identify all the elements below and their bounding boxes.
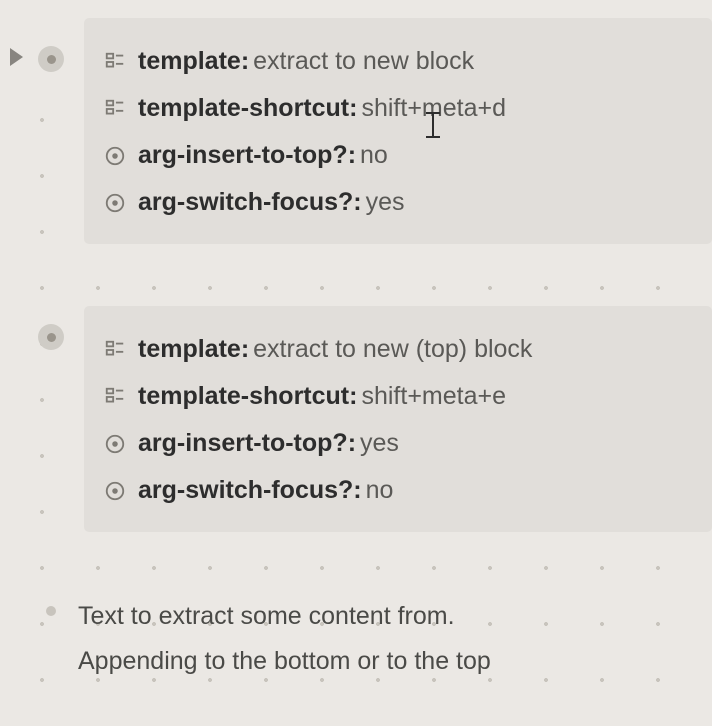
property-value[interactable]: extract to new block bbox=[253, 47, 474, 75]
text-block[interactable]: Text to extract some content from. Appen… bbox=[78, 594, 712, 684]
property-key: arg-switch-focus? bbox=[138, 188, 353, 216]
property-key: template-shortcut bbox=[138, 94, 349, 122]
property-value[interactable]: yes bbox=[366, 188, 405, 216]
text-line[interactable]: Text to extract some content from. bbox=[78, 594, 712, 639]
property-value[interactable]: no bbox=[366, 476, 394, 504]
block-bullet[interactable] bbox=[38, 46, 64, 72]
property-value[interactable]: no bbox=[360, 141, 388, 169]
property-key: template bbox=[138, 47, 241, 75]
template-icon bbox=[102, 49, 128, 75]
property-row[interactable]: template:extract to new (top) block bbox=[102, 326, 694, 373]
property-row[interactable]: template-shortcut:shift+meta+d bbox=[102, 85, 694, 132]
property-value[interactable]: yes bbox=[360, 429, 399, 457]
property-block[interactable]: template:extract to new block template-s… bbox=[84, 18, 712, 244]
property-row[interactable]: template-shortcut:shift+meta+e bbox=[102, 373, 694, 420]
property-key: template bbox=[138, 335, 241, 363]
block-bullet-small[interactable] bbox=[46, 606, 56, 616]
property-key: arg-switch-focus? bbox=[138, 476, 353, 504]
radio-icon bbox=[102, 143, 128, 169]
property-value[interactable]: shift+meta+e bbox=[361, 382, 506, 410]
radio-icon bbox=[102, 190, 128, 216]
property-row[interactable]: template:extract to new block bbox=[102, 38, 694, 85]
property-key: template-shortcut bbox=[138, 382, 349, 410]
property-row[interactable]: arg-insert-to-top?:yes bbox=[102, 420, 694, 467]
template-icon bbox=[102, 384, 128, 410]
property-row[interactable]: arg-insert-to-top?:no bbox=[102, 132, 694, 179]
property-key: arg-insert-to-top? bbox=[138, 429, 348, 457]
collapse-caret-icon[interactable] bbox=[10, 48, 23, 66]
property-key: arg-insert-to-top? bbox=[138, 141, 348, 169]
text-line[interactable]: Appending to the bottom or to the top bbox=[78, 639, 712, 684]
text-cursor-icon bbox=[426, 112, 440, 138]
property-row[interactable]: arg-switch-focus?:yes bbox=[102, 179, 694, 226]
template-icon bbox=[102, 96, 128, 122]
radio-icon bbox=[102, 478, 128, 504]
property-block[interactable]: template:extract to new (top) block temp… bbox=[84, 306, 712, 532]
template-icon bbox=[102, 337, 128, 363]
property-row[interactable]: arg-switch-focus?:no bbox=[102, 467, 694, 514]
property-value[interactable]: extract to new (top) block bbox=[253, 335, 532, 363]
radio-icon bbox=[102, 431, 128, 457]
block-bullet[interactable] bbox=[38, 324, 64, 350]
